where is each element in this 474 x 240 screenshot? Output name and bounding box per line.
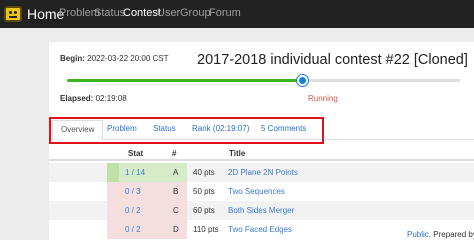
nav-user[interactable]: User <box>157 7 180 19</box>
progress-fill <box>67 79 303 82</box>
tabs-highlight-box <box>49 117 324 144</box>
problem-points: 110 pts <box>193 225 219 234</box>
home-link[interactable]: Home <box>4 4 64 24</box>
nav-forum[interactable]: Forum <box>209 7 241 19</box>
problem-number: B <box>173 187 179 196</box>
header-title: Title <box>229 149 246 158</box>
public-link[interactable]: Public. <box>407 230 431 239</box>
begin-label: Begin: <box>60 54 85 63</box>
header-stat: Stat <box>128 149 144 158</box>
contest-progress-bar <box>67 79 460 82</box>
header-num: # <box>172 149 177 158</box>
stat-value[interactable]: 0 / 3 <box>125 187 141 196</box>
nav-contest[interactable]: Contest <box>123 7 161 19</box>
table-row: 0 / 2 C 60 pts Both Sides Merger <box>49 201 474 220</box>
problem-number: C <box>173 206 179 215</box>
problem-table-header: Stat # Title <box>49 144 474 161</box>
nav-group[interactable]: Group <box>180 7 211 19</box>
begin-value: 2022-03-22 20:00 CST <box>87 54 169 63</box>
problem-title-link[interactable]: Both Sides Merger <box>228 206 294 215</box>
problem-points: 50 pts <box>193 187 215 196</box>
top-navbar: Home Problem Status Contest User Group F… <box>0 0 474 28</box>
problem-points: 60 pts <box>193 206 215 215</box>
stat-value[interactable]: 0 / 2 <box>125 225 141 234</box>
elapsed-time: Elapsed: 02:19:08 <box>60 94 127 103</box>
contest-status: Running <box>308 94 338 103</box>
table-row: 1 / 14 A 40 pts 2D Plane 2N Points <box>49 163 474 182</box>
problem-points: 40 pts <box>193 168 215 177</box>
elapsed-label: Elapsed: <box>60 94 94 103</box>
begin-time: Begin: 2022-03-22 20:00 CST <box>60 54 169 63</box>
footer-note: Public. Prepared by <box>407 230 474 239</box>
problem-number: D <box>173 225 179 234</box>
progress-slider-handle[interactable] <box>297 75 309 86</box>
problem-number: A <box>173 168 179 177</box>
problem-title-link[interactable]: Two Faced Edges <box>228 225 292 234</box>
contest-title: 2017-2018 individual contest #22 [Cloned… <box>197 52 468 68</box>
problem-title-link[interactable]: 2D Plane 2N Points <box>228 168 298 177</box>
stat-value[interactable]: 0 / 2 <box>125 206 141 215</box>
site-logo-icon <box>4 6 22 22</box>
problem-title-link[interactable]: Two Sequences <box>228 187 285 196</box>
stat-value[interactable]: 1 / 14 <box>125 168 145 177</box>
solved-marker <box>107 163 119 182</box>
elapsed-value: 02:19:08 <box>95 94 127 103</box>
prepared-by-text: Prepared by <box>433 230 474 239</box>
nav-status[interactable]: Status <box>94 7 125 19</box>
table-row: 0 / 3 B 50 pts Two Sequences <box>49 182 474 201</box>
